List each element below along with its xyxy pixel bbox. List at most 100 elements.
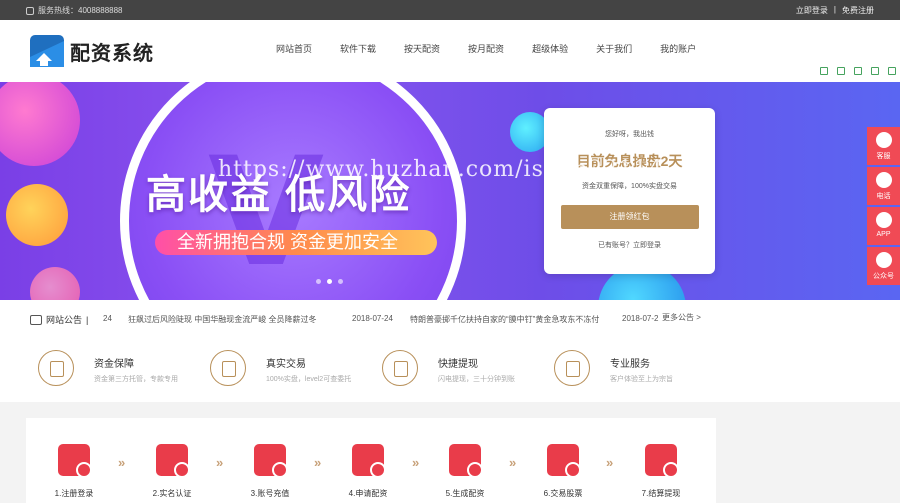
logo-text: 配资系统 xyxy=(70,42,154,65)
account-links: 立即登录 | 免费注册 xyxy=(796,5,874,16)
feature-fund-security: 资金保障 资金第三方托管，专款专用 xyxy=(38,350,178,386)
step-settle[interactable]: 7.结算提现 xyxy=(629,444,693,499)
promo-greeting: 您好呀，我出钱 xyxy=(605,131,654,138)
nav-about[interactable]: 关于我们 xyxy=(596,42,632,55)
banner-pill: 全新拥抱合规 资金更加安全 xyxy=(155,230,437,255)
phone-call-icon xyxy=(875,172,892,188)
float-phone-label: 电话 xyxy=(876,193,891,200)
wallet-withdraw-icon xyxy=(645,444,679,478)
main-nav: 网站首页 软件下载 按天配资 按月配资 超级体验 关于我们 我的账户 xyxy=(276,42,724,55)
step-trade[interactable]: 6.交易股票 xyxy=(531,444,595,499)
carousel-dots xyxy=(316,279,343,284)
float-wechat-label: 公众号 xyxy=(873,273,894,280)
step-label: 6.交易股票 xyxy=(543,489,583,498)
nav-daily[interactable]: 按天配资 xyxy=(404,42,440,55)
tool-icon-2[interactable] xyxy=(837,67,845,75)
more-notices-link[interactable]: 更多公告 > xyxy=(662,312,701,323)
notice-item-date: 2018-07-24 xyxy=(352,314,393,323)
step-arrow: » xyxy=(606,455,614,470)
step-label: 3.账号充值 xyxy=(250,489,290,498)
notice-bar: 网站公告 | 24 狂飙过后风险陡现 中国华融现金流严峻 全员降薪过冬 2018… xyxy=(0,300,900,336)
feature-pro-service: 专业服务 客户体验至上为宗旨 xyxy=(554,350,673,386)
process-steps: 1.注册登录 » 2.实名认证 » 3.账号充值 » 4.申请配资 » 5.生成… xyxy=(26,418,716,503)
carousel-dot[interactable] xyxy=(316,279,321,284)
feature-desc: 资金第三方托管，专款专用 xyxy=(94,376,178,383)
floating-sidebar: 客服 电话 APP 公众号 xyxy=(867,127,900,287)
step-apply[interactable]: 4.申请配资 xyxy=(336,444,400,499)
tool-icon-3[interactable] xyxy=(854,67,862,75)
link-separator: | xyxy=(833,5,836,14)
mini-toolbar xyxy=(820,67,896,75)
user-add-icon xyxy=(58,444,92,478)
login-link[interactable]: 立即登录 xyxy=(796,5,828,16)
step-label: 7.结算提现 xyxy=(641,489,681,498)
notice-item-date: 2018-07-2 xyxy=(622,314,659,323)
top-bar: 服务热线：4008888888 立即登录 | 免费注册 xyxy=(0,0,900,20)
nav-monthly[interactable]: 按月配资 xyxy=(468,42,504,55)
card-icon xyxy=(254,444,288,478)
coins-icon xyxy=(210,350,246,386)
nav-software[interactable]: 软件下载 xyxy=(340,42,376,55)
headset-icon xyxy=(875,132,892,148)
feature-fast-withdraw: 快捷提现 闪电提现，三十分钟到账 xyxy=(382,350,515,386)
register-bonus-button[interactable]: 注册领红包 xyxy=(560,205,699,229)
user-verify-icon xyxy=(156,444,190,478)
pink-bubble xyxy=(0,82,80,166)
step-arrow: » xyxy=(412,455,420,470)
nav-account[interactable]: 我的账户 xyxy=(660,42,696,55)
carousel-dot[interactable] xyxy=(338,279,343,284)
speaker-icon xyxy=(30,314,42,325)
carousel-dot-active[interactable] xyxy=(327,279,332,284)
app-icon xyxy=(875,212,892,228)
phone-icon xyxy=(26,6,34,15)
features-row: 资金保障 资金第三方托管，专款专用 真实交易 100%实盘，level2可查委托… xyxy=(0,336,900,402)
step-label: 1.注册登录 xyxy=(54,489,94,498)
step-label: 4.申请配资 xyxy=(348,489,388,498)
settings-icon[interactable] xyxy=(888,67,896,75)
notice-label-text: 网站公告 xyxy=(46,315,83,325)
promo-login-hint[interactable]: 已有账号？立即登录 xyxy=(544,240,715,250)
step-verify[interactable]: 2.实名认证 xyxy=(140,444,204,499)
notice-item-title[interactable]: 特朗普豪掷千亿扶持自家的“膜中钉”黄金急攻东不冻付 xyxy=(410,314,599,325)
pink-bubble-small xyxy=(30,267,80,300)
float-service-label: 客服 xyxy=(876,153,891,160)
float-app[interactable]: APP xyxy=(867,207,900,245)
step-arrow: » xyxy=(216,455,224,470)
nav-home[interactable]: 网站首页 xyxy=(276,42,312,55)
shield-icon xyxy=(38,350,74,386)
step-arrow: » xyxy=(314,455,322,470)
feature-real-trading: 真实交易 100%实盘，level2可查委托 xyxy=(210,350,351,386)
float-service[interactable]: 客服 xyxy=(867,127,900,165)
site-logo[interactable]: 配资系统 xyxy=(28,31,154,71)
step-label: 2.实名认证 xyxy=(152,489,192,498)
site-header: 配资系统 网站首页 软件下载 按天配资 按月配资 超级体验 关于我们 我的账户 xyxy=(0,20,900,82)
step-generate[interactable]: 5.生成配资 xyxy=(433,444,497,499)
step-deposit[interactable]: 3.账号充值 xyxy=(238,444,302,499)
feature-desc: 闪电提现，三十分钟到账 xyxy=(438,376,515,383)
feature-title: 快捷提现 xyxy=(438,359,478,370)
hotline-text: 服务热线：4008888888 xyxy=(38,6,123,15)
checklist-icon xyxy=(449,444,483,478)
float-phone[interactable]: 电话 xyxy=(867,167,900,205)
wallet-icon xyxy=(382,350,418,386)
float-wechat[interactable]: 公众号 xyxy=(867,247,900,285)
tool-icon-1[interactable] xyxy=(820,67,828,75)
step-arrow: » xyxy=(509,455,517,470)
wechat-icon xyxy=(875,252,892,268)
promo-card: 您好呀，我出钱 目前免息操盘2天 资金双重保障，100%实盘交易 注册领红包 已… xyxy=(544,108,715,274)
step-register[interactable]: 1.注册登录 xyxy=(42,444,106,499)
float-app-label: APP xyxy=(876,231,891,238)
register-link[interactable]: 免费注册 xyxy=(842,5,874,16)
nav-trial[interactable]: 超级体验 xyxy=(532,42,568,55)
yellow-bubble xyxy=(6,184,68,246)
notice-separator: | xyxy=(86,314,89,325)
hero-banner: V 高收益 低风险 全新拥抱合规 资金更加安全 xyxy=(0,82,900,300)
promo-subtitle: 资金双重保障，100%实盘交易 xyxy=(582,183,677,190)
feature-title: 真实交易 xyxy=(266,359,306,370)
badge-icon xyxy=(554,350,590,386)
tool-icon-4[interactable] xyxy=(871,67,879,75)
clipboard-icon xyxy=(352,444,386,478)
feature-desc: 客户体验至上为宗旨 xyxy=(610,376,673,383)
notice-item-title[interactable]: 狂飙过后风险陡现 中国华融现金流严峻 全员降薪过冬 xyxy=(128,314,316,325)
step-arrow: » xyxy=(118,455,126,470)
